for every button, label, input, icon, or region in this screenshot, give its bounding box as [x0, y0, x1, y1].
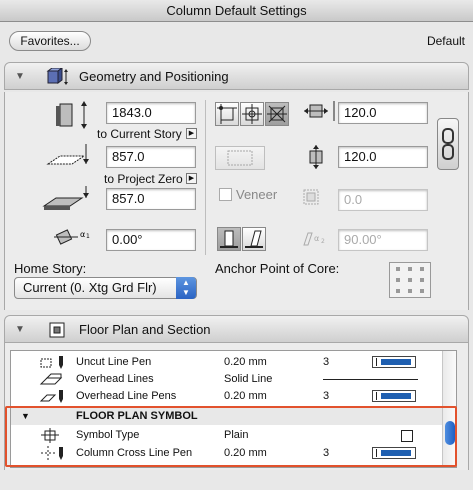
corner-anchor-icon: [217, 104, 237, 124]
bottom-elevation-icon: [42, 186, 89, 210]
collapse-triangle-icon[interactable]: ▼: [15, 71, 25, 82]
veneer-label: Veneer: [236, 187, 278, 202]
home-story-select[interactable]: Current (0. Xtg Grd Flr) ▲ ▼: [14, 277, 197, 299]
dialog-window: Column Default Settings Favorites... Def…: [0, 0, 473, 490]
to-project-zero-label: to Project Zero: [104, 172, 183, 186]
veneer-type-icon: [227, 150, 253, 166]
column-divider: [205, 100, 206, 255]
row-pen-number: 3: [323, 390, 330, 402]
list-item[interactable]: Overhead Line Pens 0.20 mm 3: [11, 388, 443, 405]
veneer-type-button: [215, 146, 265, 170]
offset-icon: [46, 144, 89, 165]
depth-input[interactable]: 120.0: [338, 146, 428, 168]
story-offset-input[interactable]: 857.0: [106, 146, 196, 168]
pen-color-swatch[interactable]: [372, 390, 416, 402]
row-value: 0.20 mm: [224, 356, 267, 368]
favorites-button[interactable]: Favorites...: [9, 31, 91, 51]
free-anchor-icon: [267, 105, 287, 123]
solid-line-preview: [323, 379, 418, 380]
anchor-core-grid[interactable]: [389, 262, 431, 298]
anchor-center-button[interactable]: [240, 102, 264, 126]
chevron-updown-icon: ▲ ▼: [176, 277, 196, 299]
veneer-thickness-input[interactable]: 0.0: [338, 189, 428, 211]
svg-text:α: α: [80, 230, 85, 239]
slant-angle-input[interactable]: 90.00°: [338, 229, 428, 251]
geometry-section-header[interactable]: ▼ Geometry and Positioning: [4, 62, 469, 90]
row-pen-number: 3: [323, 356, 330, 368]
slanted-column-button[interactable]: [242, 227, 266, 251]
list-item[interactable]: Uncut Line Pen 0.20 mm 3: [11, 354, 443, 371]
row-label: Overhead Lines: [76, 373, 154, 385]
floorplan-section-header[interactable]: ▼ Floor Plan and Section: [4, 315, 469, 343]
annotation-highlight-box: [5, 406, 457, 467]
vertical-column-button[interactable]: [217, 227, 241, 251]
anchor-free-button[interactable]: [265, 102, 289, 126]
center-anchor-icon: [242, 104, 262, 124]
default-label: Default: [426, 34, 465, 48]
column-width-icon: [304, 101, 335, 121]
project-zero-popup-arrow[interactable]: ▶: [186, 173, 197, 184]
slant-angle-icon: α 2: [303, 232, 325, 246]
svg-text:2: 2: [321, 238, 325, 245]
anchor-core-label: Anchor Point of Core:: [215, 261, 340, 276]
list-item[interactable]: Overhead Lines Solid Line: [11, 371, 443, 388]
window-title: Column Default Settings: [0, 0, 473, 22]
overhead-lines-icon: [39, 373, 63, 385]
floorplan-section-title: Floor Plan and Section: [79, 322, 211, 337]
collapse-triangle-icon[interactable]: ▼: [15, 324, 25, 335]
anchor-corner-button[interactable]: [215, 102, 239, 126]
dialog-footer: [0, 470, 473, 490]
veneer-checkbox[interactable]: [219, 188, 232, 201]
angle-input[interactable]: 0.00°: [106, 229, 196, 251]
uncut-pen-icon: [40, 356, 63, 369]
row-value: Solid Line: [224, 373, 273, 385]
column-depth-icon: [309, 145, 323, 169]
column-height-icon: [56, 101, 87, 129]
geometry-section-title: Geometry and Positioning: [79, 69, 229, 84]
current-story-popup-arrow[interactable]: ▶: [186, 128, 197, 139]
height-input[interactable]: 1843.0: [106, 102, 196, 124]
anchor-grid-icon: [396, 267, 424, 293]
chain-link-icon: [442, 128, 454, 160]
bottom-elevation-input[interactable]: 857.0: [106, 188, 196, 210]
floor-plan-icon: [49, 322, 65, 338]
overhead-pens-icon: [39, 390, 63, 403]
home-story-label: Home Story:: [14, 261, 87, 276]
row-label: Overhead Line Pens: [76, 390, 177, 402]
row-value: 0.20 mm: [224, 390, 267, 402]
veneer-thickness-icon: [303, 189, 319, 205]
svg-text:1: 1: [86, 233, 90, 240]
row-label: Uncut Line Pen: [76, 356, 152, 368]
svg-text:α: α: [314, 234, 319, 243]
slanted-column-icon: [245, 230, 263, 248]
home-story-value: Current (0. Xtg Grd Flr): [23, 280, 157, 295]
vertical-column-icon: [220, 230, 238, 248]
rotation-angle-icon: α 1: [54, 229, 90, 245]
pen-color-swatch[interactable]: [372, 356, 416, 368]
column-3d-icon: [46, 68, 68, 85]
to-current-story-label: to Current Story: [97, 127, 182, 141]
link-dimensions-button[interactable]: [437, 118, 459, 170]
width-input[interactable]: 120.0: [338, 102, 428, 124]
